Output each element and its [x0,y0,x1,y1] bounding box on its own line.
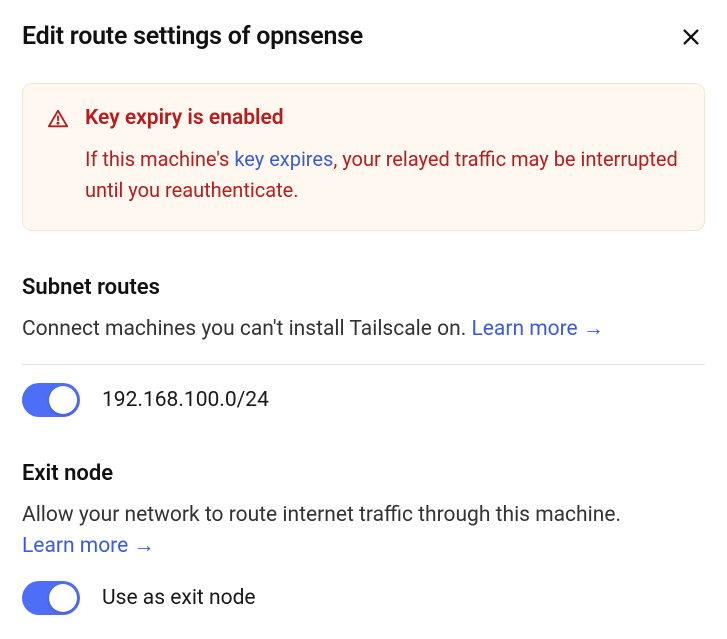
arrow-right-icon: → [133,534,154,558]
exit-node-title: Exit node [22,461,705,486]
subnet-routes-desc: Connect machines you can't install Tails… [22,314,705,365]
subnet-route-toggle[interactable] [22,383,80,417]
warning-text: If this machine's key expires, your rela… [85,144,680,206]
dialog-header: Edit route settings of opnsense [22,22,705,51]
exit-node-toggle-row: Use as exit node [22,581,705,615]
exit-node-desc: Allow your network to route internet tra… [22,500,705,581]
subnet-routes-section: Subnet routes Connect machines you can't… [22,275,705,417]
toggle-knob [49,386,77,414]
key-expiry-warning: Key expiry is enabled If this machine's … [22,83,705,231]
arrow-right-icon: → [583,317,604,341]
exit-node-learn-more-link[interactable]: Learn more → [22,534,154,558]
subnet-routes-title: Subnet routes [22,275,705,300]
dialog-title: Edit route settings of opnsense [22,22,363,51]
exit-node-section: Exit node Allow your network to route in… [22,461,705,615]
toggle-knob [49,584,77,612]
warning-icon [47,108,69,130]
key-expires-link[interactable]: key expires [234,147,333,171]
warning-content: Key expiry is enabled If this machine's … [85,106,680,206]
warning-text-before: If this machine's [85,147,234,171]
warning-title: Key expiry is enabled [85,106,680,130]
subnet-learn-more-link[interactable]: Learn more → [471,317,603,341]
exit-node-toggle[interactable] [22,581,80,615]
subnet-route-row: 192.168.100.0/24 [22,383,705,417]
close-button[interactable] [677,23,705,51]
subnet-route-cidr: 192.168.100.0/24 [102,388,269,412]
exit-node-toggle-label: Use as exit node [102,586,256,610]
close-icon [680,26,702,48]
